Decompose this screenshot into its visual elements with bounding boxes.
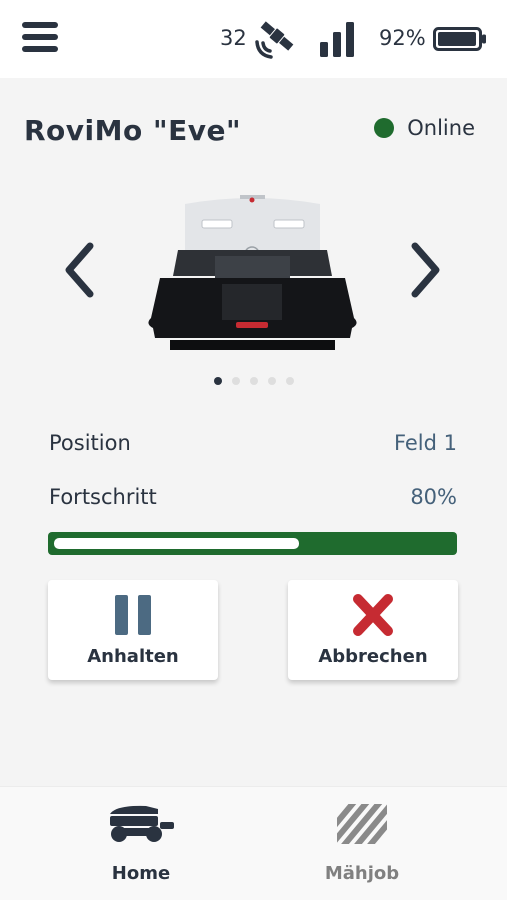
carousel-indicator [0,377,507,385]
carousel-dot[interactable] [231,377,240,385]
mowing-stripes-icon [337,804,387,844]
progress-value: 80% [410,485,457,509]
status-label: Online [407,116,475,140]
position-value: Feld 1 [393,431,457,455]
progress-bar-fill [54,538,299,549]
progress-label: Fortschritt [49,485,157,509]
pause-icon [115,595,151,635]
status-dot-icon [374,118,395,138]
status-bar: 32 92% [0,0,507,78]
hamburger-menu-icon[interactable] [22,22,58,56]
carousel-dot[interactable] [285,377,294,385]
satellite-icon [255,21,294,59]
pause-button[interactable]: Anhalten [48,580,218,680]
robot-mower-image [148,195,357,350]
chevron-left-icon[interactable] [60,240,100,300]
carousel-dot[interactable] [249,377,258,385]
carousel-dot[interactable] [267,377,276,385]
progress-bar [48,532,457,555]
satellite-count: 32 [220,26,247,50]
bottom-navigation: Home Mähjob [0,786,507,900]
nav-item-home[interactable]: Home [41,787,241,900]
nav-home-label: Home [111,863,171,884]
carousel-dot[interactable] [213,377,222,385]
nav-job-label: Mähjob [324,863,400,884]
chevron-right-icon[interactable] [405,240,445,300]
battery-percentage: 92% [379,26,426,50]
position-label: Position [49,431,131,455]
pause-button-label: Anhalten [87,646,179,667]
nav-item-mowing-job[interactable]: Mähjob [262,787,462,900]
mower-icon [110,805,174,842]
close-icon [353,594,393,636]
cancel-button-label: Abbrechen [318,646,428,667]
signal-bars-icon [320,22,354,57]
device-name: RoviMo "Eve" [24,114,242,147]
connection-status: Online [374,116,475,140]
battery-icon [433,27,486,51]
cancel-button[interactable]: Abbrechen [288,580,458,680]
